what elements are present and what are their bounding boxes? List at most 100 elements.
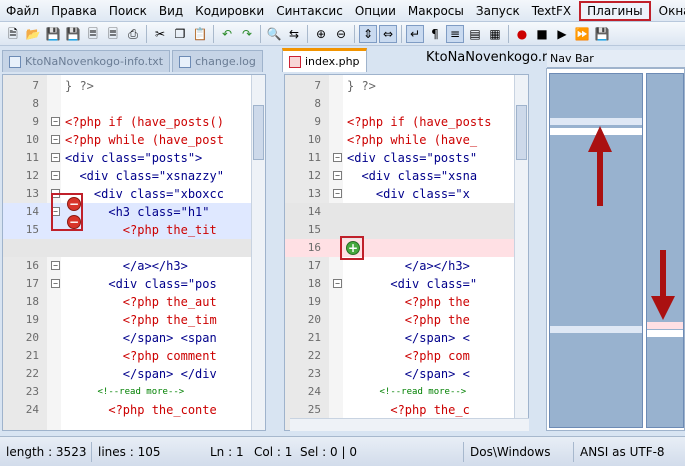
stop-macro-icon[interactable]: ■ <box>533 25 551 43</box>
code-line[interactable]: 15 <box>285 221 528 239</box>
indent-guide-icon[interactable]: ≡ <box>446 24 464 43</box>
menu-item[interactable]: Запуск <box>470 1 526 21</box>
nav-bar-panel[interactable] <box>546 68 685 431</box>
code-line[interactable]: 20 </span> <span <box>3 329 265 347</box>
editor-right[interactable]: 7} ?> 8 9 <?php if (have_posts 10 <?php while… <box>284 74 529 431</box>
record-macro-icon[interactable]: ● <box>513 25 531 43</box>
code-line[interactable]: 13 − <div class="x <box>285 185 528 203</box>
code-line[interactable]: 9 <?php if (have_posts <box>285 113 528 131</box>
editor-left[interactable]: 7} ?> 8 9− <?php if (have_posts() 10− <?php w… <box>2 74 266 431</box>
code-line[interactable]: 14− <h3 class="h1" <box>3 203 265 221</box>
close-all-icon[interactable]: 🗏 <box>104 25 122 43</box>
find-icon[interactable]: 🔍 <box>265 25 283 43</box>
save-icon[interactable]: 💾 <box>44 25 62 43</box>
zoom-out-icon[interactable]: ⊖ <box>332 25 350 43</box>
menu-item[interactable]: Окна <box>653 1 685 21</box>
code-line[interactable]: 21 <?php comment <box>3 347 265 365</box>
fold-toggle-icon[interactable]: − <box>51 153 60 162</box>
cut-icon[interactable]: ✂ <box>151 25 169 43</box>
code-line[interactable]: 14 <box>285 203 528 221</box>
play-multiple-icon[interactable]: ⏩ <box>573 25 591 43</box>
menu-item[interactable]: Опции <box>349 1 402 21</box>
code-line[interactable]: 19 <?php the_tim <box>3 311 265 329</box>
sync-horizontal-icon[interactable]: ⇔ <box>379 24 397 43</box>
save-macro-icon[interactable]: 💾 <box>593 25 611 43</box>
doc-map-icon[interactable]: ▦ <box>486 25 504 43</box>
code-line[interactable]: 17 − <div class="pos <box>3 275 265 293</box>
code-line[interactable]: 20 <?php the <box>285 311 528 329</box>
menu-item[interactable]: Синтаксис <box>270 1 349 21</box>
undo-icon[interactable]: ↶ <box>218 25 236 43</box>
tab-file[interactable]: index.php <box>282 48 367 72</box>
fold-toggle-icon[interactable]: − <box>51 261 60 270</box>
code-line[interactable]: 23 <!--read more--> <box>3 383 265 401</box>
code-line[interactable] <box>3 239 265 257</box>
code-line[interactable]: 22 </span> </div <box>3 365 265 383</box>
code-line[interactable]: 7} ?> <box>285 77 528 95</box>
code-line[interactable]: 21 </span> < <box>285 329 528 347</box>
menu-item[interactable]: Файл <box>0 1 45 21</box>
scrollbar-thumb[interactable] <box>253 105 264 160</box>
code-line[interactable]: 19 <?php the <box>285 293 528 311</box>
tab-file[interactable]: change.log <box>172 50 263 72</box>
code-line[interactable]: 11 − <div class="posts" <box>285 149 528 167</box>
scrollbar-thumb[interactable] <box>516 105 527 160</box>
menu-item[interactable]: Кодировки <box>189 1 270 21</box>
code-line[interactable]: 17 </a></h3> <box>285 257 528 275</box>
sync-vertical-icon[interactable]: ⇕ <box>359 24 377 43</box>
code-line[interactable]: 8 <box>3 95 265 113</box>
code-line[interactable]: 22 <?php com <box>285 347 528 365</box>
new-file-icon[interactable]: 🗎 <box>4 25 22 43</box>
code-line[interactable]: 18 <?php the_aut <box>3 293 265 311</box>
fold-toggle-icon[interactable]: − <box>333 189 342 198</box>
close-icon[interactable]: 🗏 <box>84 25 102 43</box>
replace-icon[interactable]: ⇆ <box>285 25 303 43</box>
play-macro-icon[interactable]: ▶ <box>553 25 571 43</box>
code-line[interactable]: 12 − <div class="xsnazzy" <box>3 167 265 185</box>
nav-column-right[interactable] <box>646 73 684 428</box>
zoom-in-icon[interactable]: ⊕ <box>312 25 330 43</box>
code-line[interactable]: 16 <box>285 239 528 257</box>
fold-toggle-icon[interactable]: − <box>51 117 60 126</box>
save-all-icon[interactable]: 💾 <box>64 25 82 43</box>
menu-item[interactable]: TextFX <box>526 1 577 21</box>
code-line[interactable]: 7} ?> <box>3 77 265 95</box>
menu-item[interactable]: Плагины <box>579 0 651 21</box>
code-line[interactable]: 16 − </a></h3> <box>3 257 265 275</box>
open-file-icon[interactable]: 📂 <box>24 25 42 43</box>
fold-toggle-icon[interactable]: − <box>51 171 60 180</box>
paste-icon[interactable]: 📋 <box>191 25 209 43</box>
fold-toggle-icon[interactable]: − <box>51 135 60 144</box>
user-lang-icon[interactable]: ▤ <box>466 25 484 43</box>
fold-toggle-icon[interactable]: − <box>333 153 342 162</box>
code-line[interactable]: 15 <?php the_tit <box>3 221 265 239</box>
word-wrap-icon[interactable]: ↵ <box>406 24 424 43</box>
nav-column-left[interactable] <box>549 73 643 428</box>
copy-icon[interactable]: ❐ <box>171 25 189 43</box>
fold-toggle-icon[interactable]: − <box>333 171 342 180</box>
code-line[interactable]: 13− <div class="xboxcc <box>3 185 265 203</box>
code-line[interactable]: 9 − <?php if (have_posts() <box>3 113 265 131</box>
vertical-scrollbar[interactable] <box>514 75 528 430</box>
fold-toggle-icon[interactable]: − <box>333 279 342 288</box>
code-line[interactable]: 24 <!--read more--> <box>285 383 528 401</box>
code-line[interactable]: 11 − <div class="posts"> <box>3 149 265 167</box>
code-line[interactable]: 24 <?php the_conte <box>3 401 265 419</box>
menu-item[interactable]: Вид <box>153 1 189 21</box>
vertical-scrollbar[interactable] <box>251 75 265 430</box>
code-line[interactable]: 25 <?php the_c <box>285 401 528 419</box>
code-line[interactable]: 23 </span> < <box>285 365 528 383</box>
code-line[interactable]: 10 <?php while (have_ <box>285 131 528 149</box>
code-line[interactable]: 8 <box>285 95 528 113</box>
code-line[interactable]: 18 − <div class=" <box>285 275 528 293</box>
code-line[interactable]: 12 − <div class="xsna <box>285 167 528 185</box>
menu-item[interactable]: Правка <box>45 1 103 21</box>
fold-toggle-icon[interactable]: − <box>51 279 60 288</box>
tab-file[interactable]: KtoNaNovenkogo-info.txt <box>2 50 171 72</box>
horizontal-scrollbar[interactable] <box>290 418 529 431</box>
menu-item[interactable]: Макросы <box>402 1 470 21</box>
show-all-chars-icon[interactable]: ¶ <box>426 25 444 43</box>
menu-item[interactable]: Поиск <box>103 1 153 21</box>
print-icon[interactable]: ⎙ <box>124 25 142 43</box>
code-line[interactable]: 10 − <?php while (have_post <box>3 131 265 149</box>
